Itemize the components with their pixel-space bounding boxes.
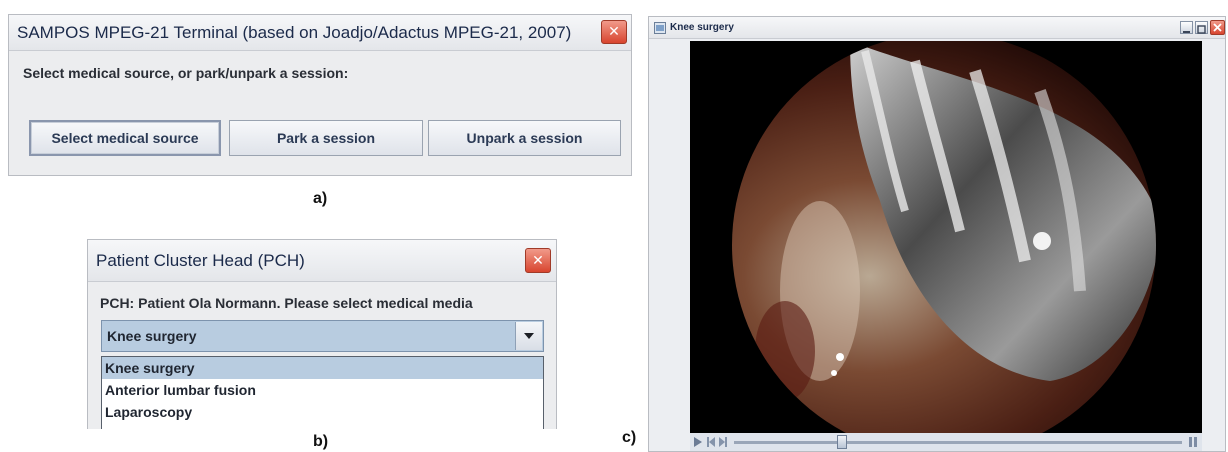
sampos-terminal-window: SAMPOS MPEG-21 Terminal (based on Joadjo… <box>8 14 632 176</box>
endoscope-view-image <box>690 41 1202 433</box>
pch-window-title: Patient Cluster Head (PCH) <box>96 251 305 270</box>
minimize-button[interactable] <box>1180 21 1193 34</box>
play-icon[interactable] <box>693 437 703 447</box>
volume-icon[interactable] <box>1188 436 1198 448</box>
video-window-title: Knee surgery <box>670 22 734 33</box>
park-session-button[interactable]: Park a session <box>229 120 423 156</box>
select-medical-source-button[interactable]: Select medical source <box>29 120 221 156</box>
sampos-title-bar[interactable]: SAMPOS MPEG-21 Terminal (based on Joadjo… <box>9 15 631 51</box>
minimize-icon <box>1183 31 1190 33</box>
chevron-down-icon <box>524 333 534 339</box>
step-back-icon[interactable] <box>706 437 716 447</box>
pch-instruction-label: PCH: Patient Ola Normann. Please select … <box>100 295 473 311</box>
pch-window: Patient Cluster Head (PCH) ✕ PCH: Patien… <box>87 239 557 429</box>
caption-c: c) <box>622 429 637 446</box>
caption-b: b) <box>313 433 329 450</box>
surgery-video-frame[interactable] <box>690 41 1202 433</box>
step-forward-icon[interactable] <box>718 437 728 447</box>
knee-video-window: Knee surgery <box>648 16 1226 452</box>
pch-title-bar[interactable]: Patient Cluster Head (PCH) ✕ <box>88 240 556 282</box>
maximize-button[interactable] <box>1195 21 1208 34</box>
list-item[interactable]: Anterior lumbar fusion <box>102 379 543 401</box>
close-button[interactable] <box>1210 20 1225 35</box>
maximize-icon <box>1197 25 1206 34</box>
sampos-window-title: SAMPOS MPEG-21 Terminal (based on Joadjo… <box>17 23 572 42</box>
source-instruction-label: Select medical source, or park/unpark a … <box>23 65 349 81</box>
list-item[interactable]: Knee surgery <box>102 357 543 379</box>
app-icon <box>654 22 666 34</box>
playback-control-bar <box>690 433 1202 451</box>
close-icon <box>1213 23 1222 32</box>
video-title-bar[interactable]: Knee surgery <box>649 17 1225 39</box>
unpark-session-button[interactable]: Unpark a session <box>428 120 621 156</box>
close-icon[interactable]: ✕ <box>601 20 627 44</box>
seek-track[interactable] <box>734 441 1182 444</box>
list-item[interactable]: Laparoscopy <box>102 401 543 423</box>
media-select-value: Knee surgery <box>107 328 197 344</box>
media-dropdown-list[interactable]: Knee surgery Anterior lumbar fusion Lapa… <box>101 356 544 429</box>
caption-a: a) <box>313 190 328 207</box>
seek-slider-thumb[interactable] <box>837 435 847 449</box>
dropdown-arrow-button[interactable] <box>515 322 542 350</box>
close-icon[interactable]: ✕ <box>525 248 551 273</box>
media-select-combo[interactable]: Knee surgery <box>101 320 544 352</box>
